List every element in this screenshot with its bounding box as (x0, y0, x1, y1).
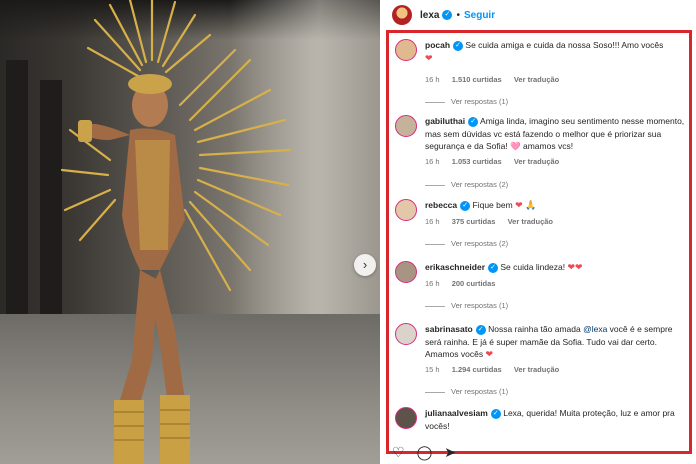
post-photo[interactable]: › (0, 0, 380, 464)
next-photo-button[interactable]: › (354, 254, 376, 276)
heart-emoji: ❤ (425, 52, 433, 63)
comment-text-start: Nossa rainha tão amada (488, 324, 584, 334)
comment-meta: 16 h 200 curtidas (425, 279, 505, 288)
comment-time: 16 h (425, 157, 440, 166)
author-avatar[interactable] (392, 5, 412, 25)
comment-time: 16 h (425, 75, 440, 84)
comment-meta: 16 h 1.510 curtidas Ver tradução (425, 75, 569, 84)
replies-line (425, 391, 445, 393)
comment-icon[interactable]: ◯ (417, 444, 433, 461)
author-username[interactable]: lexa (420, 10, 439, 21)
heart-emoji: ❤ (485, 349, 494, 359)
comment-avatar[interactable] (395, 323, 417, 345)
comment-text: Fique bem (472, 200, 513, 210)
costume-figure (60, 0, 292, 464)
comment-username[interactable]: sabrinasato (425, 324, 473, 334)
comment-username[interactable]: pocah (425, 40, 450, 50)
replies-line (425, 184, 445, 186)
comment-avatar[interactable] (395, 115, 417, 137)
translate-link[interactable]: Ver tradução (514, 365, 559, 374)
verified-badge-icon: ✓ (468, 116, 479, 127)
comment-avatar[interactable] (395, 39, 417, 61)
view-replies[interactable]: Ver respostas (2) (425, 239, 508, 248)
translate-link[interactable]: Ver tradução (514, 157, 559, 166)
comment-time: 16 h (425, 217, 440, 226)
comment-likes[interactable]: 1.510 curtidas (452, 75, 502, 84)
verified-badge-icon: ✓ (490, 408, 501, 419)
comment-avatar[interactable] (395, 199, 417, 221)
comment-likes[interactable]: 375 curtidas (452, 217, 496, 226)
verified-badge-icon: ✓ (453, 40, 464, 51)
comment-body: julianaalvesiam ✓ Lexa, querida! Muita pr… (425, 407, 687, 432)
header-separator: • (456, 9, 460, 21)
verified-badge-icon: ✓ (460, 200, 471, 211)
comment-likes[interactable]: 1.294 curtidas (452, 365, 502, 374)
comment-avatar[interactable] (395, 261, 417, 283)
verified-badge-icon: ✓ (475, 324, 486, 335)
view-replies-label: Ver respostas (1) (451, 387, 509, 396)
view-replies-label: Ver respostas (2) (451, 180, 509, 189)
view-replies[interactable]: Ver respostas (1) (425, 387, 508, 396)
comment-username[interactable]: rebecca (425, 200, 457, 210)
like-heart-icon[interactable]: ♡ (392, 444, 405, 461)
comment-avatar[interactable] (395, 407, 417, 429)
comment-body: gabiluthai ✓ Amiga linda, imagino seu sen… (425, 115, 687, 153)
comment-username[interactable]: julianaalvesiam (425, 408, 488, 418)
heart-emoji: ❤❤ (567, 262, 583, 272)
comment-body: erikaschneider ✓ Se cuida lindeza! ❤❤ (425, 261, 687, 274)
comment-body: rebecca ✓ Fique bem ❤ 🙏 (425, 199, 687, 212)
view-replies-label: Ver respostas (1) (451, 97, 509, 106)
chevron-right-icon: › (362, 257, 368, 272)
comment-meta: 16 h 1.053 curtidas Ver tradução (425, 157, 569, 166)
comments-panel: lexa ✓ • Seguir pocah ✓ Se cuida amiga e … (380, 0, 696, 464)
heart-emoji: ❤ 🙏 (515, 200, 537, 210)
comment-time: 15 h (425, 365, 440, 374)
mention-link[interactable]: @lexa (583, 324, 607, 334)
comment-body: pocah ✓ Se cuida amiga e cuida da nossa S… (425, 39, 687, 64)
comment-text: Se cuida amiga e cuida da nossa Soso!!! … (465, 40, 664, 50)
view-replies-label: Ver respostas (2) (451, 239, 509, 248)
comment-meta: 16 h 375 curtidas Ver tradução (425, 217, 563, 226)
view-replies[interactable]: Ver respostas (2) (425, 180, 508, 189)
comments-list[interactable]: pocah ✓ Se cuida amiga e cuida da nossa S… (386, 30, 692, 454)
view-replies[interactable]: Ver respostas (1) (425, 97, 508, 106)
comment-time: 16 h (425, 279, 440, 288)
view-replies[interactable]: Ver respostas (1) (425, 301, 508, 310)
verified-badge-icon: ✓ (488, 262, 499, 273)
replies-line (425, 243, 445, 245)
replies-line (425, 101, 445, 103)
comment-body: sabrinasato ✓ Nossa rainha tão amada @lex… (425, 323, 687, 361)
comment-text: Se cuida lindeza! (500, 262, 566, 272)
share-icon[interactable]: ➤ (444, 444, 456, 461)
follow-button[interactable]: Seguir (464, 10, 495, 21)
replies-line (425, 305, 445, 307)
post-header: lexa ✓ • Seguir (380, 0, 696, 30)
comment-username[interactable]: erikaschneider (425, 262, 485, 272)
comment-meta: 15 h 1.294 curtidas Ver tradução (425, 365, 569, 374)
comment-likes[interactable]: 1.053 curtidas (452, 157, 502, 166)
translate-link[interactable]: Ver tradução (508, 217, 553, 226)
comment-username[interactable]: gabiluthai (425, 116, 465, 126)
view-replies-label: Ver respostas (1) (451, 301, 509, 310)
post-action-bar: ♡ ◯ ➤ (386, 440, 456, 464)
verified-badge-icon: ✓ (442, 10, 453, 20)
comment-likes[interactable]: 200 curtidas (452, 279, 496, 288)
translate-link[interactable]: Ver tradução (514, 75, 559, 84)
